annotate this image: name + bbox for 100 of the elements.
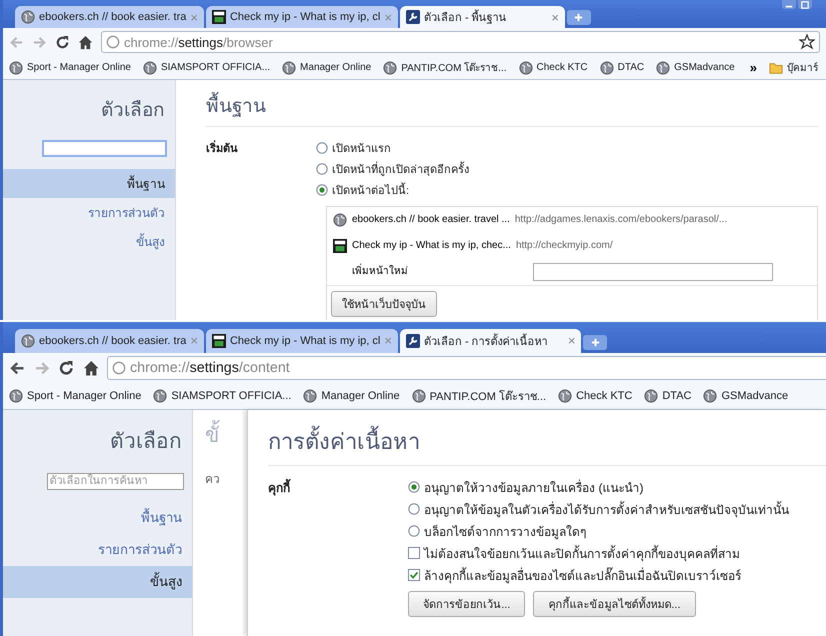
bookmark-link[interactable]: PANTIP.COM โต๊ะราช... xyxy=(412,387,546,406)
sidebar-title: ตัวเลือก xyxy=(109,428,184,455)
option-label: เปิดหน้าแรก xyxy=(332,142,391,157)
radio-button[interactable] xyxy=(408,525,420,538)
sidebar-title: ตัวเลือก xyxy=(100,99,166,123)
globe-icon xyxy=(303,389,318,404)
checkip-logo-icon xyxy=(212,10,226,24)
page-url: http://adgames.lenaxis.com/ebookers/parasol/... xyxy=(514,213,728,227)
browser-tab[interactable]: ebookers.ch // book easier. tra × xyxy=(15,6,204,28)
globe-icon xyxy=(558,389,572,404)
globe-icon xyxy=(21,334,35,348)
bookmark-link[interactable]: DTAC xyxy=(600,60,644,74)
globe-icon xyxy=(9,389,23,404)
reload-button[interactable] xyxy=(58,360,74,376)
page-url: http://checkmyip.com/ xyxy=(516,239,613,253)
option-label: เปิดหน้าต่อไปนี้: xyxy=(332,181,410,199)
new-tab-button[interactable] xyxy=(566,10,591,25)
circle-icon xyxy=(106,35,120,49)
maximize-icon xyxy=(801,0,809,8)
sidebar-item[interactable]: พื้นฐาน xyxy=(3,502,192,534)
bookmark-link[interactable]: DTAC xyxy=(644,389,692,404)
bookmark-link[interactable]: SIAMSPORT OFFICIA... xyxy=(142,60,270,74)
bookmark-link[interactable]: GSMadvance xyxy=(656,60,735,74)
browser-tab[interactable]: Check my ip - What is my ip, cl × xyxy=(206,328,398,353)
globe-icon xyxy=(644,389,658,404)
globe-icon xyxy=(142,60,157,74)
checkip-logo-icon xyxy=(212,334,226,348)
back-button[interactable] xyxy=(9,360,26,376)
reload-button[interactable] xyxy=(55,34,70,50)
bookmark-link[interactable]: GSMadvance xyxy=(703,389,788,404)
radio-button[interactable] xyxy=(316,163,328,175)
bookmark-link[interactable]: Check KTC xyxy=(518,60,588,74)
bookmark-link[interactable]: Manager Online xyxy=(282,60,372,74)
checkbox[interactable] xyxy=(408,547,420,560)
radio-button[interactable] xyxy=(408,481,420,494)
option-label: ไม่ต้องสนใจข้อยกเว้นและปิดกั้นการตั้งค่าคุกกี้ของบุคคลที่สาม xyxy=(424,544,740,563)
option-label: อนุญาตให้วางข้อมูลภายในเครื่อง (แนะนำ) xyxy=(424,478,644,497)
new-tab-button[interactable] xyxy=(583,334,608,350)
maximize-button[interactable] xyxy=(798,0,812,9)
sidebar-item[interactable]: ขั้นสูง xyxy=(3,566,192,598)
address-bar[interactable]: chrome://settings/browser xyxy=(101,31,820,53)
sidebar-item[interactable]: รายการส่วนตัว xyxy=(3,534,192,566)
bookmark-link[interactable]: Check KTC xyxy=(558,389,632,404)
search-field[interactable] xyxy=(42,140,167,157)
browser-tab[interactable]: Check my ip - What is my ip, cl × xyxy=(206,6,398,28)
plus-icon xyxy=(574,13,584,22)
bookmark-link[interactable]: Manager Online xyxy=(303,389,400,404)
radio-button[interactable] xyxy=(408,503,420,516)
home-button[interactable] xyxy=(82,360,99,376)
globe-icon xyxy=(703,389,718,404)
bookmark-link[interactable]: SIAMSPORT OFFICIA... xyxy=(153,389,292,404)
circle-icon xyxy=(112,361,126,376)
search-field[interactable]: ตัวเลือกในการค้นหา xyxy=(46,472,184,490)
bookmarks-overflow-button[interactable]: » xyxy=(750,60,757,75)
globe-icon xyxy=(383,60,398,74)
globe-icon xyxy=(412,389,426,404)
page-heading: ขั้ xyxy=(205,418,248,457)
sidebar-item[interactable]: พื้นฐาน xyxy=(3,169,175,198)
bookmark-link[interactable]: PANTIP.COM โต๊ะราช... xyxy=(383,60,507,75)
minimize-button[interactable] xyxy=(782,0,796,9)
radio-button[interactable] xyxy=(316,142,328,154)
browser-tab[interactable]: ตัวเลือก - การตั้งค่าเนื้อหา × xyxy=(400,328,582,353)
option-label: บล็อกไซต์จากการวางข้อมูลใดๆ xyxy=(424,524,586,541)
sidebar-item[interactable]: ขั้นสูง xyxy=(3,227,175,256)
settings-button[interactable]: คุกกี้และข้อมูลไซต์ทั้งหมด... xyxy=(533,590,696,617)
bookmark-link[interactable]: Sport - Manager Online xyxy=(9,60,131,74)
option-label: อนุญาตให้ข้อมูลในตัวเครื่องได้รับการตั้งค่าสำหรับเซสชันปัจจุบันเท่านั้น xyxy=(424,500,790,519)
section-label: คว xyxy=(205,470,222,488)
address-bar[interactable]: chrome://settings/content xyxy=(107,356,826,380)
settings-button[interactable]: จัดการข้อยกเว้น... xyxy=(408,590,526,617)
browser-tab[interactable]: ebookers.ch // book easier. tra × xyxy=(15,328,204,353)
use-current-pages-button[interactable]: ใช้หน้าเว็บปัจจุบัน xyxy=(331,291,437,317)
wrench-icon xyxy=(406,10,420,24)
section-label: เริ่มต้น xyxy=(206,139,316,320)
wrench-icon xyxy=(406,334,420,348)
star-icon[interactable] xyxy=(799,34,815,50)
globe-icon xyxy=(282,60,296,74)
add-page-label: เพิ่มหน้าใหม่ xyxy=(352,265,528,279)
checkbox[interactable] xyxy=(408,569,420,582)
globe-icon xyxy=(9,60,23,74)
globe-icon xyxy=(153,389,168,404)
globe-icon xyxy=(333,213,347,227)
bookmark-folder[interactable]: บุ๊คมาร์ xyxy=(769,60,818,75)
globe-icon xyxy=(600,60,614,74)
globe-icon xyxy=(656,60,670,74)
radio-button[interactable] xyxy=(316,184,328,196)
globe-icon xyxy=(518,60,533,74)
section-label: คุกกี้ xyxy=(268,478,292,498)
checkip-logo-icon xyxy=(333,239,347,253)
browser-tab[interactable]: ตัวเลือก - พื้นฐาน × xyxy=(400,6,565,28)
plus-icon xyxy=(590,338,600,347)
page-title: ebookers.ch // book easier. travel ... xyxy=(352,213,510,227)
sidebar-item[interactable]: รายการส่วนตัว xyxy=(3,198,175,227)
option-label: เปิดหน้าที่ถูกเปิดล่าสุดอีกครั้ง xyxy=(332,160,469,178)
option-label: ล้างคุกกี้และข้อมูลอื่นของไซต์และปลั๊กอินเมื่อฉันปิดเบราว์เซอร์ xyxy=(424,566,742,585)
home-button[interactable] xyxy=(78,34,93,50)
overlay-heading: การตั้งค่าเนื้อหา xyxy=(268,424,826,466)
bookmark-link[interactable]: Sport - Manager Online xyxy=(9,389,142,404)
add-page-field[interactable] xyxy=(533,263,773,281)
page-heading: พื้นฐาน xyxy=(206,90,818,127)
